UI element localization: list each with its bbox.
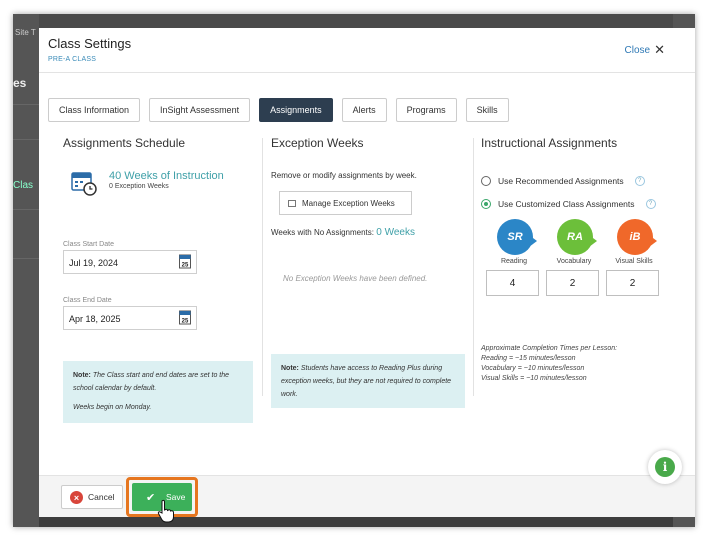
recommended-assignments-option[interactable]: Use Recommended Assignments ? <box>481 176 645 186</box>
approx-vocabulary: Vocabulary = ~10 minutes/lesson <box>481 365 585 372</box>
modal-header: Class Settings PRE-A CLASS Close ✕ <box>39 28 695 73</box>
vocabulary-badge-icon: RA <box>557 219 597 255</box>
note-title: Note: <box>73 372 91 379</box>
approx-reading: Reading = ~15 minutes/lesson <box>481 355 576 362</box>
background-divider <box>13 104 39 105</box>
start-date-label: Class Start Date <box>63 241 114 248</box>
exception-weeks-count: 0 Exception Weeks <box>109 183 169 190</box>
background-bottom <box>39 517 673 527</box>
instructional-heading: Instructional Assignments <box>481 136 618 150</box>
instructional-assignments-section: Instructional Assignments Use Recommende… <box>481 136 671 396</box>
help-icon[interactable]: ? <box>645 199 656 209</box>
info-icon: i <box>655 457 675 477</box>
calendar-clock-icon <box>71 172 97 196</box>
vocabulary-count-input[interactable]: 2 <box>546 270 599 296</box>
no-assign-value: 0 Weeks <box>376 227 415 238</box>
cancel-icon: × <box>70 491 83 504</box>
exception-weeks-section: Exception Weeks Remove or modify assignm… <box>271 136 467 408</box>
approx-completion-times: Approximate Completion Times per Lesson:… <box>481 344 617 384</box>
start-date-field[interactable]: Jul 19, 2024 25 <box>63 250 197 274</box>
note-text-weeks: Weeks begin on Monday. <box>73 404 152 411</box>
calendar-day-text: 25 <box>182 319 189 325</box>
start-date-value: Jul 19, 2024 <box>69 258 119 268</box>
note-title: Note: <box>281 365 299 372</box>
background-text: Clas <box>13 180 34 191</box>
end-date-label: Class End Date <box>63 297 112 304</box>
no-exceptions-message: No Exception Weeks have been defined. <box>283 274 428 283</box>
check-icon: ✔ <box>146 492 156 504</box>
end-date-field[interactable]: Apr 18, 2025 25 <box>63 306 197 330</box>
visual-skills-count-input[interactable]: 2 <box>606 270 659 296</box>
weeks-no-assignments: Weeks with No Assignments: 0 Weeks <box>271 227 415 238</box>
no-assign-label: Weeks with No Assignments: <box>271 228 375 237</box>
class-settings-modal: Class Settings PRE-A CLASS Close ✕ Class… <box>39 28 695 523</box>
reading-badge-icon: SR <box>497 219 537 255</box>
modal-subtitle: PRE-A CLASS <box>48 56 97 63</box>
tab-programs[interactable]: Programs <box>395 98 457 122</box>
exception-heading: Exception Weeks <box>271 136 364 150</box>
cancel-label: Cancel <box>88 492 115 502</box>
schedule-note: Note: The Class start and end dates are … <box>63 361 253 423</box>
approx-title: Approximate Completion Times per Lesson: <box>481 345 618 352</box>
info-button[interactable]: i <box>648 450 682 484</box>
column-divider <box>262 138 263 396</box>
exception-note: Note: Students have access to Reading Pl… <box>271 354 465 408</box>
visual-skills-label: Visual Skills <box>615 258 653 265</box>
background-divider <box>13 139 39 140</box>
approx-visual-skills: Visual Skills = ~10 minutes/lesson <box>481 375 587 382</box>
calendar-icon[interactable]: 25 <box>179 254 191 269</box>
vocabulary-badge-text: RA <box>567 231 583 243</box>
radio-customized[interactable] <box>481 199 491 209</box>
radio-recommended[interactable] <box>481 176 491 186</box>
background-divider <box>13 258 39 259</box>
tab-class-information[interactable]: Class Information <box>48 98 141 122</box>
reading-badge-text: SR <box>507 231 523 243</box>
close-icon: ✕ <box>654 42 665 57</box>
end-date-value: Apr 18, 2025 <box>69 314 121 324</box>
schedule-heading: Assignments Schedule <box>63 136 186 150</box>
background-divider <box>13 209 39 210</box>
visual-skills-badge-text: iB <box>629 231 641 243</box>
note-text: Students have access to Reading Plus dur… <box>281 365 452 398</box>
manage-exception-weeks-button[interactable]: Manage Exception Weeks <box>279 191 412 215</box>
weeks-summary: 40 Weeks of Instruction 0 Exception Week… <box>71 170 224 196</box>
recommended-label: Use Recommended Assignments <box>498 176 624 186</box>
manage-exception-label: Manage Exception Weeks <box>302 198 395 208</box>
reading-label: Reading <box>500 258 528 265</box>
tab-alerts[interactable]: Alerts <box>341 98 387 122</box>
customized-label: Use Customized Class Assignments <box>498 199 635 209</box>
visual-skills-badge-icon: iB <box>617 219 657 255</box>
hand-cursor-icon <box>157 499 174 523</box>
tab-bar: Class Information InSight Assessment Ass… <box>48 98 509 122</box>
background-text: es <box>13 76 27 90</box>
exception-description: Remove or modify assignments by week. <box>271 171 417 180</box>
weeks-of-instruction: 40 Weeks of Instruction <box>109 170 224 182</box>
help-icon[interactable]: ? <box>634 176 645 186</box>
background-sidebar: Site T es Clas <box>13 14 39 527</box>
close-label: Close <box>624 44 651 56</box>
tab-insight-assessment[interactable]: InSight Assessment <box>149 98 251 122</box>
calendar-small-icon <box>288 200 296 207</box>
tab-assignments[interactable]: Assignments <box>259 98 333 122</box>
vocabulary-label: Vocabulary <box>556 258 592 265</box>
reading-count-input[interactable]: 4 <box>486 270 539 296</box>
close-button[interactable]: Close ✕ <box>625 42 665 58</box>
calendar-icon[interactable]: 25 <box>179 310 191 325</box>
modal-footer: × Cancel ✔ Save <box>39 475 695 517</box>
tab-skills[interactable]: Skills <box>465 98 509 122</box>
note-text: The Class start and end dates are set to… <box>73 372 230 392</box>
cancel-button[interactable]: × Cancel <box>61 485 123 509</box>
column-divider <box>473 138 474 396</box>
modal-title: Class Settings <box>48 36 132 51</box>
assignments-schedule-section: Assignments Schedule 40 Weeks of Instruc… <box>63 136 257 423</box>
customized-assignments-option[interactable]: Use Customized Class Assignments ? <box>481 199 656 209</box>
background-text: Site T <box>15 28 36 37</box>
calendar-day-text: 25 <box>182 263 189 269</box>
